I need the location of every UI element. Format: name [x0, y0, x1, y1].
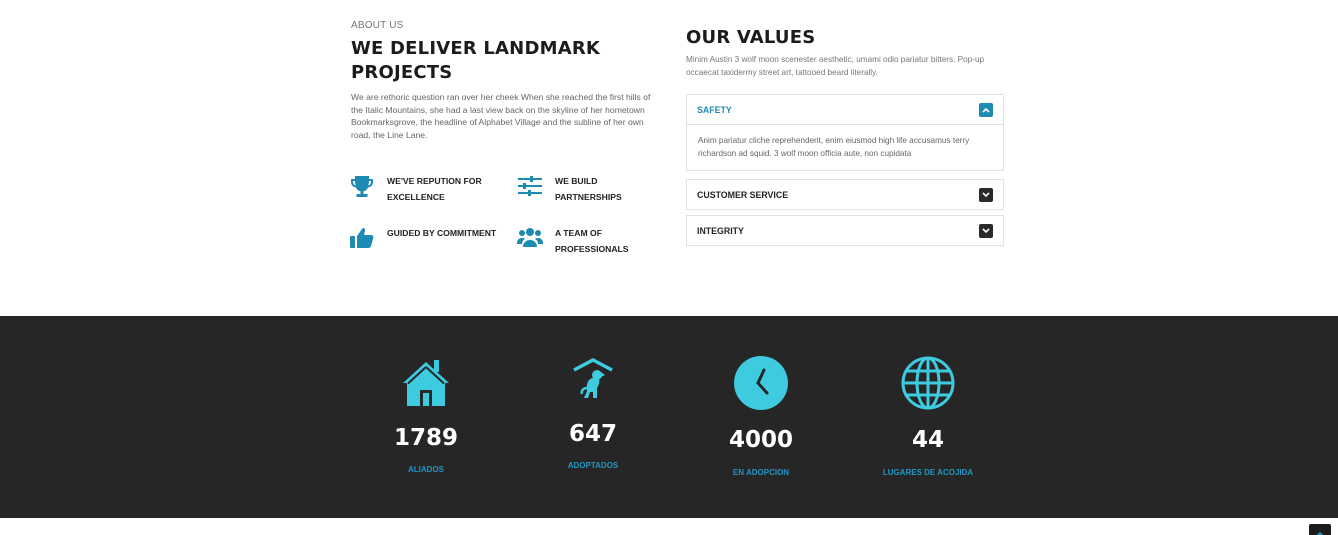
house-icon — [401, 358, 451, 413]
feature-label: WE BUILD PARTNERSHIPS — [555, 176, 622, 202]
sliders-icon — [517, 173, 543, 199]
about-section: ABOUT US WE DELIVER LANDMARK PROJECTS We… — [351, 20, 661, 141]
accordion-header-customer-service[interactable]: CUSTOMER SERVICE — [687, 180, 1003, 209]
feature-item: A TEAM OF PROFESSIONALS — [517, 225, 665, 257]
chevron-down-icon[interactable] — [979, 223, 993, 238]
accordion-item-safety: SAFETY Anim pariatur cliche reprehenderi… — [686, 94, 1004, 171]
accordion-item-integrity: INTEGRITY — [686, 215, 1004, 246]
accordion-title: INTEGRITY — [697, 225, 744, 236]
clock-icon — [733, 355, 789, 416]
accordion-title: CUSTOMER SERVICE — [697, 189, 789, 200]
feature-item: WE BUILD PARTNERSHIPS — [517, 173, 665, 205]
values-description: Minim Austin 3 wolf moon scenester aesth… — [686, 55, 985, 77]
stat-number: 44 — [911, 427, 944, 453]
stat-label: LUGARES DE ACOJIDA — [882, 468, 974, 477]
feature-label: GUIDED BY COMMITMENT — [387, 228, 497, 238]
stat-number: 4000 — [728, 427, 793, 453]
values-heading: OUR VALUES — [686, 27, 816, 48]
chevron-up-icon — [1316, 524, 1324, 535]
users-icon — [517, 225, 543, 251]
chevron-up-icon[interactable] — [979, 102, 993, 117]
chevron-down-icon[interactable] — [979, 187, 993, 202]
about-body: We are rethoric question ran over her ch… — [351, 92, 651, 140]
thumbs-up-icon — [349, 225, 375, 251]
stat-label: EN ADOPCION — [732, 468, 790, 477]
accordion-header-integrity[interactable]: INTEGRITY — [687, 216, 1003, 245]
accordion-title: SAFETY — [697, 104, 732, 115]
stat-label: ADOPTADOS — [567, 461, 619, 470]
accordion-body: Anim pariatur cliche reprehenderit, enim… — [687, 124, 1003, 170]
trophy-icon — [349, 173, 375, 199]
stat-number: 647 — [568, 421, 617, 447]
globe-icon — [900, 355, 956, 416]
feature-item: WE'VE REPUTION FOR EXCELLENCE — [349, 173, 497, 205]
about-heading: WE DELIVER LANDMARK PROJECTS — [351, 38, 601, 83]
values-section: OUR VALUES Minim Austin 3 wolf moon scen… — [686, 27, 1004, 79]
stat-label: ALIADOS — [408, 465, 444, 474]
feature-label: WE'VE REPUTION FOR EXCELLENCE — [387, 176, 482, 202]
stats-band: 1789 ALIADOS 647 ADOPTADOS 4000 EN ADOPC… — [0, 316, 1338, 518]
stat-number: 1789 — [393, 425, 458, 451]
feature-label: A TEAM OF PROFESSIONALS — [555, 228, 629, 254]
back-to-top-button[interactable] — [1309, 524, 1331, 535]
accordion-header-safety[interactable]: SAFETY — [687, 95, 1003, 124]
about-eyebrow: ABOUT US — [351, 20, 404, 31]
dog-shelter-icon — [571, 358, 615, 409]
feature-item: GUIDED BY COMMITMENT — [349, 225, 497, 251]
accordion-item-customer-service: CUSTOMER SERVICE — [686, 179, 1004, 210]
